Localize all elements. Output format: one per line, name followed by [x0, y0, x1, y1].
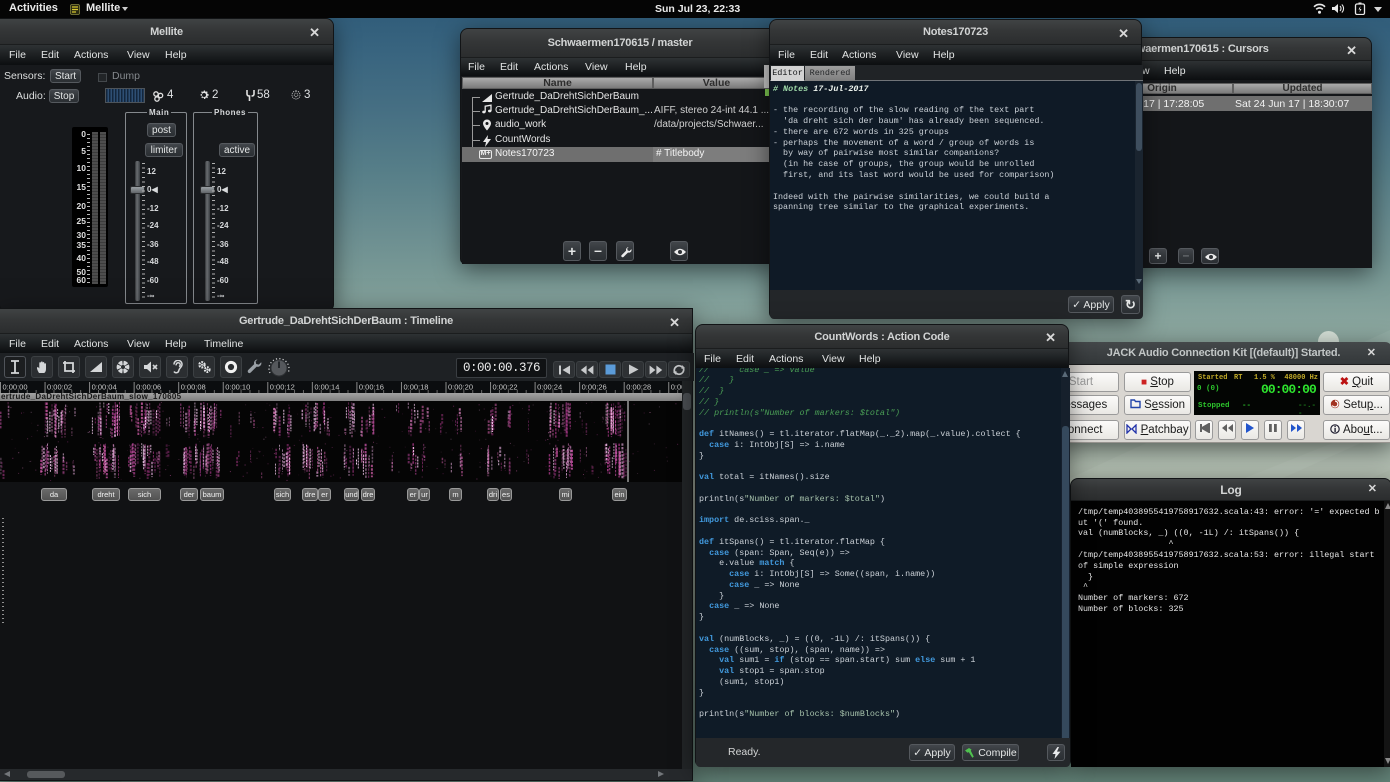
svg-text:0:00:18: 0:00:18 [403, 383, 428, 392]
svg-text:0:00:10: 0:00:10 [225, 383, 250, 392]
svg-text:0:00:28: 0:00:28 [626, 383, 651, 392]
svg-text:0:00:12: 0:00:12 [270, 383, 295, 392]
svg-text:0:00:16: 0:00:16 [359, 383, 384, 392]
svg-text:0:00:08: 0:00:08 [181, 383, 206, 392]
svg-text:0:00:02: 0:00:02 [47, 383, 72, 392]
svg-text:0:00:04: 0:00:04 [92, 383, 117, 392]
svg-text:0:00:20: 0:00:20 [448, 383, 473, 392]
svg-text:0:00:00: 0:00:00 [3, 383, 28, 392]
svg-text:0:00:26: 0:00:26 [582, 383, 607, 392]
svg-text:0:00:14: 0:00:14 [314, 383, 339, 392]
svg-text:0:00:24: 0:00:24 [537, 383, 562, 392]
svg-text:0:00:30: 0:00:30 [671, 383, 682, 392]
svg-text:0:00:22: 0:00:22 [493, 383, 518, 392]
svg-text:0:00:06: 0:00:06 [136, 383, 161, 392]
